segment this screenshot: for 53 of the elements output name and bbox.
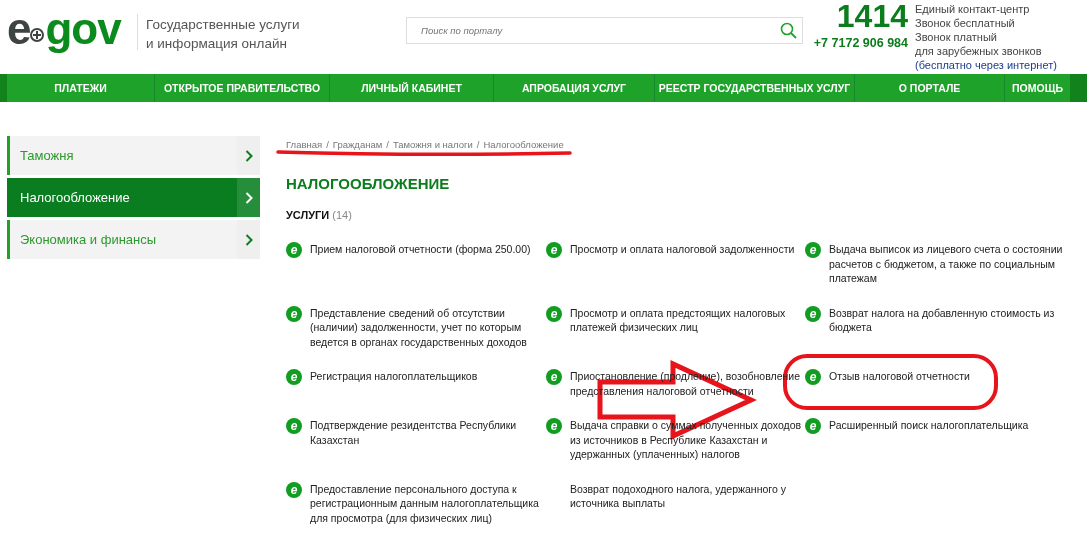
logo-text: gov (45, 4, 121, 54)
e-badge: e (286, 418, 302, 434)
page-title: НАЛОГООБЛОЖЕНИЕ (286, 175, 451, 192)
service-link[interactable]: Подтверждение резидентства Республики Казахстан (310, 418, 546, 447)
e-badge: e (805, 242, 821, 258)
breadcrumb-separator: / (386, 139, 389, 150)
service-link[interactable]: Представление сведений об отсутствии (наличии) задолженности, учет по которым ведется в органах государственных доходов (310, 305, 546, 349)
breadcrumb-link[interactable]: Таможня и налоги (392, 139, 473, 150)
e-badge: e (546, 369, 562, 385)
e-badge: e (546, 418, 562, 434)
service-link[interactable]: Отзыв налоговой отчетности (829, 369, 1065, 384)
section-label: УСЛУГИ (286, 209, 330, 221)
contact-note: (бесплатно через интернет) (915, 58, 1057, 72)
tagline-text: Государственные услуги (146, 16, 301, 34)
e-badge: e (546, 305, 562, 322)
e-badge: e (286, 369, 302, 385)
e-badge: e (546, 242, 562, 258)
contact-text: Звонок платный (915, 30, 998, 44)
breadcrumb-separator: / (326, 139, 329, 150)
e-badge: e (286, 305, 302, 322)
service-link[interactable]: Предоставление персонального доступа к регистрационным данным налогоплательщика для просмотра (для физических лиц) (310, 481, 546, 525)
service-count: (14) (332, 209, 352, 221)
breadcrumb-link[interactable]: Налогообложение (483, 139, 564, 150)
service-link[interactable]: Прием налоговой отчетности (форма 250.00) (310, 242, 546, 257)
chevron-icon (244, 191, 253, 204)
search-icon[interactable] (780, 22, 797, 39)
service-link[interactable]: Возврат налога на добавленную стоимость из бюджета (829, 305, 1065, 335)
hotline-number: 1414 (836, 0, 908, 32)
service-link[interactable]: Просмотр и оплата налоговой задолженности (570, 242, 805, 257)
chevron-icon (244, 233, 253, 246)
tagline-text: и информация онлайн (146, 35, 288, 53)
search-field[interactable]: Поиск по порталу (406, 17, 803, 44)
contact-text: Звонок бесплатный (915, 16, 1016, 30)
logo-icon (30, 28, 45, 42)
chevron-icon (244, 149, 253, 162)
e-badge: e (805, 305, 821, 322)
e-badge: e (805, 369, 821, 385)
e-badge: e (286, 242, 302, 258)
service-link[interactable]: Просмотр и оплата предстоящих налоговых платежей физических лиц (570, 305, 805, 335)
contact-text: Единый контакт-центр (915, 2, 1031, 16)
breadcrumb-link[interactable]: Главная (286, 139, 323, 150)
breadcrumb-link[interactable]: Гражданам (332, 139, 383, 150)
breadcrumb-separator: / (476, 139, 480, 150)
contact-text: для зарубежных звонков (915, 44, 1043, 58)
phone-number: +7 7172 906 984 (813, 36, 908, 50)
logo-letter: e (7, 4, 31, 54)
service-link[interactable]: Расширенный поиск налогоплательщика (829, 418, 1065, 433)
e-badge: e (286, 481, 302, 498)
service-link[interactable]: Выдача выписок из лицевого счета о состоянии расчетов с бюджетом, а также по социальным платежам (829, 242, 1065, 286)
sidebar-item[interactable]: Налогообложение (7, 178, 260, 217)
e-badge: e (805, 418, 821, 434)
service-link[interactable]: Возврат подоходного налога, удержанного у источника выплаты (570, 481, 805, 511)
service-link[interactable]: Регистрация налогоплательщиков (310, 369, 546, 384)
